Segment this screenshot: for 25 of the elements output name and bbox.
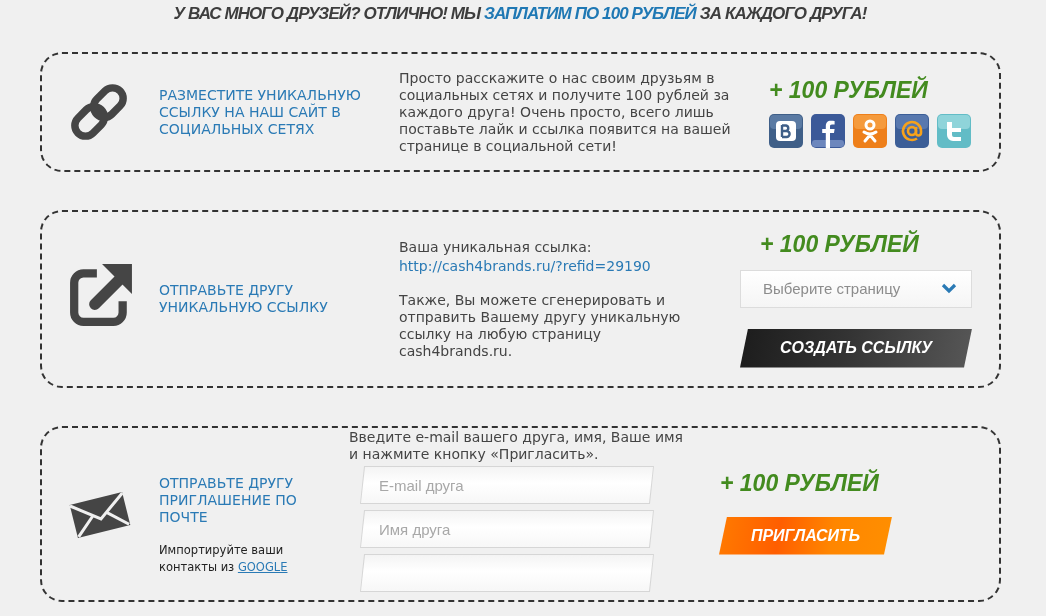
reward-amount: + 100 РУБЛЕЙ <box>769 76 928 103</box>
offer-description: Просто расскажите о нас своим друзьям в социальных сетях и получите 100 рублей за каждого друга! Очень просто, всего лишь поставьте лайк и ссылка появится на вашей странице в социальной сети! <box>399 69 732 155</box>
invite-input-field[interactable]: E-mail друга <box>360 466 654 504</box>
import-contacts-note: Импортируйте ваши контакты из GOOGLE <box>159 541 289 576</box>
social-network-icon[interactable] <box>811 113 845 148</box>
reward-amount: + 100 РУБЛЕЙ <box>720 469 879 496</box>
invite-input-field[interactable]: Имя друга <box>360 510 654 548</box>
invite-button[interactable]: ПРИГЛАСИТЬ <box>719 516 892 555</box>
referral-link[interactable]: http://cash4brands.ru/?refid=29190 <box>399 257 651 275</box>
google-import-link[interactable]: GOOGLE <box>237 559 288 574</box>
link-label: Ваша уникальная ссылка: <box>399 238 593 256</box>
offer-title: ОТПРАВЬТЕ ДРУГУ ПРИГЛАШЕНИЕ ПО ПОЧТЕ <box>159 474 298 526</box>
create-link-button[interactable]: СОЗДАТЬ ССЫЛКУ <box>740 328 972 368</box>
invite-input-field[interactable] <box>360 554 654 592</box>
offer-title: ОТПРАВЬТЕ ДРУГУ УНИКАЛЬНУЮ ССЫЛКУ <box>159 282 329 316</box>
page-heading: У ВАС МНОГО ДРУЗЕЙ? ОТЛИЧНО! МЫ ЗАПЛАТИМ ПО 100 РУБЛЕЙ ЗА КАЖДОГО ДРУГА! <box>173 2 867 25</box>
chevron-down-icon <box>941 283 957 294</box>
offer-title: РАЗМЕСТИТЕ УНИКАЛЬНУЮ ССЫЛКУ НА НАШ САЙТ В СОЦИАЛЬНЫХ СЕТЯХ <box>159 86 362 138</box>
page-select[interactable]: Выберите страницу <box>740 269 972 308</box>
external-link-icon <box>68 262 134 328</box>
social-network-icon[interactable] <box>895 113 929 148</box>
invite-instructions: Введите e-mail вашего друга, имя, Ваше имя и нажмите кнопку «Пригласить». <box>349 429 684 463</box>
offer-description: Также, Вы можете сгенерировать и отправить Вашему другу уникальную ссылку на любую страницу cash4brands.ru. <box>399 291 682 360</box>
social-network-icon[interactable] <box>769 113 803 148</box>
reward-amount: + 100 РУБЛЕЙ <box>760 230 919 257</box>
